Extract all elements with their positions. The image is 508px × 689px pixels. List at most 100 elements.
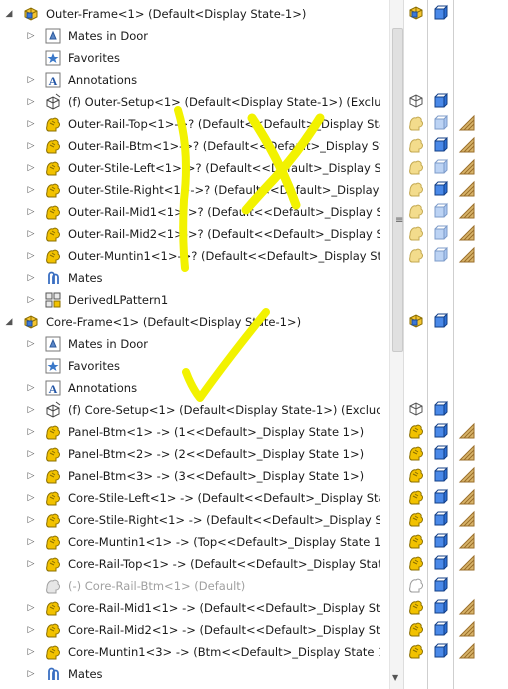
sketch-triangle-icon[interactable] [458, 444, 478, 464]
expand-arrow-icon[interactable]: ▷ [26, 404, 36, 416]
config-icon[interactable] [432, 642, 452, 662]
expand-arrow-icon[interactable]: ▷ [26, 558, 36, 570]
sketch-triangle-icon[interactable] [458, 136, 478, 156]
config-icon[interactable] [432, 312, 452, 332]
tree-node[interactable]: ▷ Outer-Rail-Mid1<1>->? (Default<<Default… [0, 201, 390, 223]
expand-arrow-icon[interactable]: ▷ [26, 118, 36, 130]
sketch-triangle-icon[interactable] [458, 224, 478, 244]
config-icon[interactable] [432, 532, 452, 552]
sketch-triangle-icon[interactable] [458, 620, 478, 640]
sketch-triangle-icon[interactable] [458, 554, 478, 574]
tree-node[interactable]: ▷ Panel-Btm<2> -> (2<<Default>_Display St… [0, 443, 390, 465]
tree-node[interactable]: (-) Core-Rail-Btm<1> (Default) [0, 575, 390, 597]
expand-arrow-icon[interactable]: ▷ [26, 206, 36, 218]
config-faded-icon[interactable] [432, 224, 452, 244]
config-faded-icon[interactable] [432, 158, 452, 178]
expand-arrow-icon[interactable]: ▷ [26, 514, 36, 526]
expand-arrow-icon[interactable]: ▷ [26, 294, 36, 306]
config-icon[interactable] [432, 400, 452, 420]
sketch-triangle-icon[interactable] [458, 202, 478, 222]
part-faded-icon[interactable] [407, 158, 427, 178]
config-icon[interactable] [432, 554, 452, 574]
part-icon[interactable] [407, 466, 427, 486]
expand-arrow-icon[interactable]: ▷ [26, 162, 36, 174]
sketch-triangle-icon[interactable] [458, 642, 478, 662]
assembly-icon[interactable] [407, 4, 427, 24]
config-faded-icon[interactable] [432, 202, 452, 222]
setup-outline-icon[interactable] [407, 400, 427, 420]
collapse-arrow-icon[interactable]: ◢ [4, 8, 14, 20]
tree-node[interactable]: ▷ DerivedLPattern1 [0, 289, 390, 311]
config-icon[interactable] [432, 598, 452, 618]
config-icon[interactable] [432, 422, 452, 442]
expand-arrow-icon[interactable]: ▷ [26, 272, 36, 284]
suppressed-outline-icon[interactable] [407, 576, 427, 596]
expand-arrow-icon[interactable]: ▷ [26, 140, 36, 152]
expand-arrow-icon[interactable]: ▷ [26, 228, 36, 240]
part-icon[interactable] [407, 598, 427, 618]
expand-arrow-icon[interactable]: ▷ [26, 74, 36, 86]
tree-node[interactable]: ▷ Core-Rail-Mid2<1> -> (Default<<Default>… [0, 619, 390, 641]
tree-node[interactable]: ◢ Outer-Frame<1> (Default<Display State-1… [0, 3, 390, 25]
collapse-arrow-icon[interactable]: ◢ [4, 316, 14, 328]
sketch-triangle-icon[interactable] [458, 422, 478, 442]
tree-node[interactable]: ▷ Core-Stile-Left<1> -> (Default<<Default… [0, 487, 390, 509]
tree-node[interactable]: ▷ Outer-Stile-Right<1>->? (Default<<Defau… [0, 179, 390, 201]
tree-node[interactable]: ▷ Core-Rail-Mid1<1> -> (Default<<Default>… [0, 597, 390, 619]
tree-node[interactable]: ▷ Outer-Rail-Top<1>->? (Default<<Default>… [0, 113, 390, 135]
part-faded-icon[interactable] [407, 246, 427, 266]
config-faded-icon[interactable] [432, 246, 452, 266]
sketch-triangle-icon[interactable] [458, 180, 478, 200]
tree-node[interactable]: ▷ Mates in Door [0, 333, 390, 355]
expand-arrow-icon[interactable]: ▷ [26, 492, 36, 504]
tree-node[interactable]: ◢ Core-Frame<1> (Default<Display State-1>… [0, 311, 390, 333]
tree-node[interactable]: ▷ Outer-Stile-Left<1>->? (Default<<Defaul… [0, 157, 390, 179]
part-faded-icon[interactable] [407, 224, 427, 244]
tree-node[interactable]: ▷ Core-Rail-Top<1> -> (Default<<Default>_… [0, 553, 390, 575]
sketch-triangle-icon[interactable] [458, 246, 478, 266]
config-icon[interactable] [432, 466, 452, 486]
part-icon[interactable] [407, 642, 427, 662]
sketch-triangle-icon[interactable] [458, 598, 478, 618]
tree-node[interactable]: ▷ Core-Muntin1<1> -> (Top<<Default>_Displ… [0, 531, 390, 553]
tree-node[interactable]: ▷ Panel-Btm<3> -> (3<<Default>_Display St… [0, 465, 390, 487]
vertical-scrollbar[interactable]: ≡ ▼ [389, 0, 404, 689]
expand-arrow-icon[interactable]: ▷ [26, 536, 36, 548]
sketch-triangle-icon[interactable] [458, 510, 478, 530]
tree-node[interactable]: ▷ A Annotations [0, 69, 390, 91]
sketch-triangle-icon[interactable] [458, 466, 478, 486]
part-faded-icon[interactable] [407, 180, 427, 200]
expand-arrow-icon[interactable]: ▷ [26, 338, 36, 350]
config-icon[interactable] [432, 488, 452, 508]
config-icon[interactable] [432, 576, 452, 596]
sketch-triangle-icon[interactable] [458, 158, 478, 178]
tree-node[interactable]: ▷ Core-Muntin1<3> -> (Btm<<Default>_Displ… [0, 641, 390, 663]
expand-arrow-icon[interactable]: ▷ [26, 250, 36, 262]
tree-node[interactable]: ▷ Outer-Muntin1<1>->? (Default<<Default>_… [0, 245, 390, 267]
tree-node[interactable]: Favorites [0, 355, 390, 377]
scroll-down-arrow-icon[interactable]: ▼ [392, 673, 398, 682]
part-icon[interactable] [407, 554, 427, 574]
config-icon[interactable] [432, 180, 452, 200]
config-icon[interactable] [432, 620, 452, 640]
scrollbar-thumb[interactable]: ≡ [392, 28, 403, 352]
part-icon[interactable] [407, 620, 427, 640]
tree-node[interactable]: ▷ (f) Core-Setup<1> (Default<Display Stat… [0, 399, 390, 421]
config-icon[interactable] [432, 444, 452, 464]
expand-arrow-icon[interactable]: ▷ [26, 96, 36, 108]
part-icon[interactable] [407, 532, 427, 552]
tree-node[interactable]: ▷ Core-Stile-Right<1> -> (Default<<Defaul… [0, 509, 390, 531]
expand-arrow-icon[interactable]: ▷ [26, 624, 36, 636]
expand-arrow-icon[interactable]: ▷ [26, 448, 36, 460]
tree-node[interactable]: ▷ Mates in Door [0, 25, 390, 47]
expand-arrow-icon[interactable]: ▷ [26, 382, 36, 394]
part-icon[interactable] [407, 444, 427, 464]
expand-arrow-icon[interactable]: ▷ [26, 184, 36, 196]
setup-outline-icon[interactable] [407, 92, 427, 112]
tree-node[interactable]: Favorites [0, 47, 390, 69]
sketch-triangle-icon[interactable] [458, 114, 478, 134]
expand-arrow-icon[interactable]: ▷ [26, 668, 36, 680]
assembly-icon[interactable] [407, 312, 427, 332]
tree-node[interactable]: ▷ A Annotations [0, 377, 390, 399]
config-icon[interactable] [432, 510, 452, 530]
